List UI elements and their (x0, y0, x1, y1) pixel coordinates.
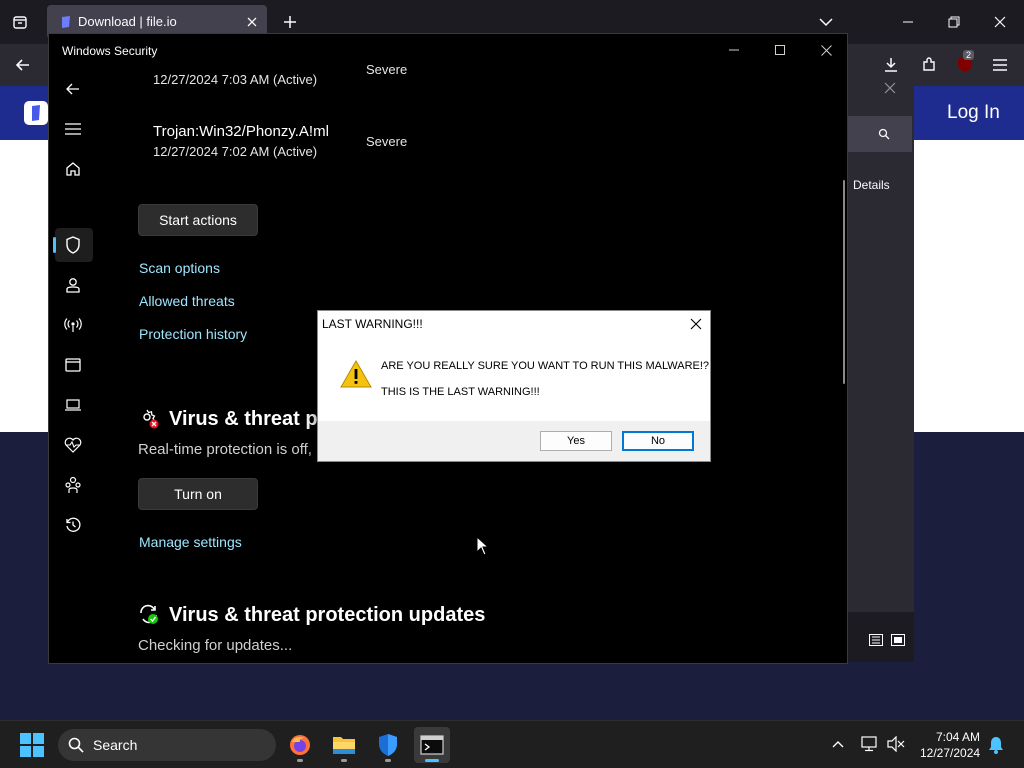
start-actions-button[interactable]: Start actions (138, 204, 258, 236)
firefox-taskbar-icon[interactable] (282, 727, 318, 763)
ublock-icon[interactable]: 2 (953, 50, 977, 76)
virus-settings-title: Virus & threat pr (169, 408, 326, 430)
list-view-icon[interactable] (868, 632, 884, 648)
nav-sidebar (49, 70, 97, 664)
downloads-panel: Details (848, 72, 914, 662)
virus-settings-subtitle: Real-time protection is off, (138, 441, 312, 458)
updates-refresh-icon (138, 603, 160, 625)
shield-icon[interactable] (59, 231, 87, 259)
protection-history-link[interactable]: Protection history (139, 326, 247, 342)
settings-gear-icon[interactable] (59, 663, 87, 664)
panel-close-icon[interactable] (880, 78, 900, 98)
yes-button[interactable]: Yes (540, 431, 612, 451)
details-label[interactable]: Details (853, 178, 890, 192)
dialog-message: THIS IS THE LAST WARNING!!! (381, 386, 540, 398)
account-person-icon[interactable] (59, 271, 87, 299)
search-icon (68, 737, 84, 753)
new-tab-icon[interactable] (280, 12, 300, 32)
dialog-title: LAST WARNING!!! (322, 317, 423, 331)
minimize-icon[interactable] (898, 12, 918, 32)
windows-start-icon[interactable] (20, 733, 44, 757)
nav-selection-indicator (53, 237, 56, 253)
chevron-up-icon[interactable] (829, 735, 847, 753)
file-io-favicon-icon (59, 15, 73, 29)
threat-date: 12/27/2024 7:02 AM (Active) (153, 144, 318, 159)
menu-hamburger-icon[interactable] (989, 54, 1011, 76)
back-arrow-icon[interactable] (12, 54, 34, 76)
tab-list-icon[interactable] (10, 12, 30, 32)
device-performance-health-icon[interactable] (59, 431, 87, 459)
active-indicator (425, 759, 439, 762)
threat-name[interactable]: Trojan:Win32/Phonzy.A!ml (153, 123, 329, 140)
scrollbar-thumb[interactable] (843, 180, 845, 384)
file-explorer-taskbar-icon[interactable] (326, 727, 362, 763)
threat-severity: Severe (366, 62, 408, 77)
no-button[interactable]: No (622, 431, 694, 451)
threat-date: 12/27/2024 7:03 AM (Active) (153, 72, 318, 87)
running-indicator (385, 759, 391, 762)
search-icon (876, 126, 892, 142)
back-arrow-icon[interactable] (59, 75, 87, 103)
search-label: Search (93, 737, 138, 753)
close-icon[interactable] (684, 313, 708, 335)
extension-badge: 2 (963, 50, 975, 60)
home-icon[interactable] (59, 155, 87, 183)
extensions-icon[interactable] (918, 54, 940, 76)
restore-icon[interactable] (944, 12, 964, 32)
warning-icon (340, 359, 372, 389)
running-indicator (341, 759, 347, 762)
turn-on-button[interactable]: Turn on (138, 478, 258, 510)
close-window-icon[interactable] (990, 12, 1010, 32)
virus-settings-gear-icon (138, 408, 160, 430)
device-security-laptop-icon[interactable] (59, 391, 87, 419)
clock-date[interactable]: 12/27/2024 (920, 746, 980, 760)
tab-close-icon[interactable] (243, 13, 261, 31)
mouse-cursor-icon (476, 535, 490, 556)
manage-settings-link[interactable]: Manage settings (139, 534, 242, 550)
protection-history-icon[interactable] (59, 511, 87, 539)
hamburger-menu-icon[interactable] (59, 115, 87, 143)
panel-bottom-bar (848, 612, 914, 662)
running-indicator (297, 759, 303, 762)
chevron-down-icon[interactable] (816, 12, 836, 32)
windows-security-taskbar-icon[interactable] (370, 727, 406, 763)
file-io-logo[interactable] (24, 101, 48, 125)
panel-search-box[interactable] (848, 116, 912, 152)
app-browser-control-icon[interactable] (59, 351, 87, 379)
last-warning-dialog: LAST WARNING!!! ARE YOU REALLY SURE YOU … (317, 310, 711, 462)
volume-muted-icon[interactable] (886, 735, 906, 753)
updates-subtitle: Checking for updates... (138, 637, 293, 654)
allowed-threats-link[interactable]: Allowed threats (139, 293, 235, 309)
tab-title: Download | file.io (78, 14, 177, 29)
grid-view-icon[interactable] (890, 632, 906, 648)
updates-title: Virus & threat protection updates (169, 604, 486, 626)
taskbar-search-box[interactable]: Search (58, 729, 276, 761)
dialog-message: ARE YOU REALLY SURE YOU WANT TO RUN THIS… (381, 360, 710, 372)
terminal-taskbar-icon[interactable] (414, 727, 450, 763)
threat-severity: Severe (366, 134, 408, 149)
dialog-button-bar: Yes No (318, 421, 710, 461)
family-options-icon[interactable] (59, 471, 87, 499)
network-monitor-icon[interactable] (860, 735, 880, 753)
notification-bell-icon[interactable] (986, 735, 1006, 755)
firewall-network-icon[interactable] (59, 311, 87, 339)
scan-options-link[interactable]: Scan options (139, 260, 220, 276)
taskbar: Search 7:04 AM 12/27/2024 (0, 720, 1024, 768)
login-link[interactable]: Log In (947, 102, 1000, 124)
clock-time[interactable]: 7:04 AM (936, 730, 980, 744)
